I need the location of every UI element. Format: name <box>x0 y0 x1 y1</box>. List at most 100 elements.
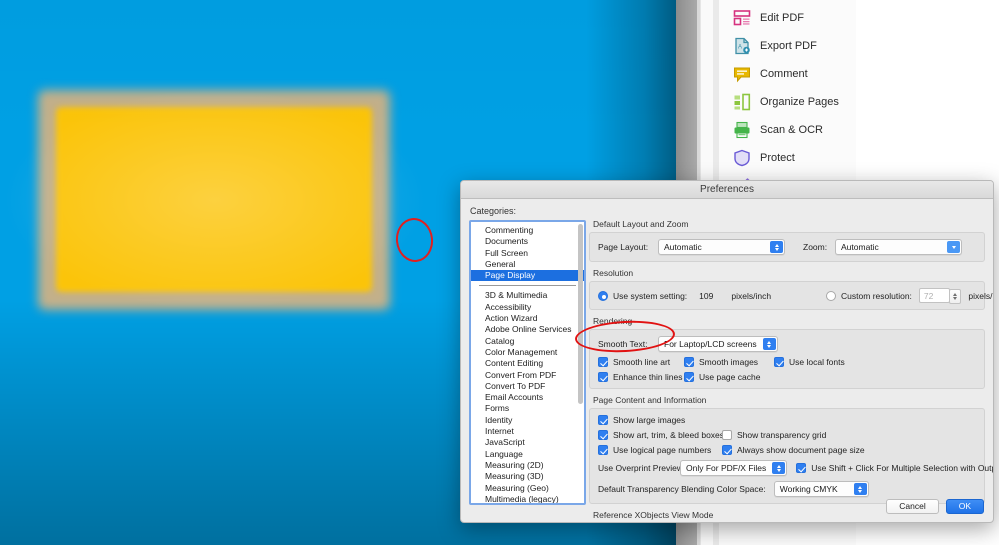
checkbox-use-local-fonts[interactable]: Use local fonts <box>774 357 845 367</box>
categories-list[interactable]: Commenting Documents Full Screen General… <box>469 220 586 505</box>
checkbox-use-logical-page-numbers[interactable]: Use logical page numbers <box>598 445 712 455</box>
checkbox-box[interactable] <box>722 430 732 440</box>
row-overprint-preview: Use Overprint Preview: Only For PDF/X Fi… <box>598 460 993 476</box>
tool-label: Scan & OCR <box>760 124 823 136</box>
checkbox-box[interactable] <box>684 372 694 382</box>
cancel-button[interactable]: Cancel <box>886 499 939 514</box>
overprint-preview-select[interactable]: Only For PDF/X Files <box>680 460 788 476</box>
radio-use-system-setting[interactable] <box>598 290 608 301</box>
tool-label: Protect <box>760 152 795 164</box>
chevron-down-icon <box>947 241 960 253</box>
checkbox-label: Use logical page numbers <box>613 445 712 455</box>
custom-resolution-units: pixels/inch <box>968 290 994 301</box>
category-item-multimedia-legacy[interactable]: Multimedia (legacy) <box>471 494 584 503</box>
checkbox-label: Always show document page size <box>737 445 865 455</box>
row-page-layout: Page Layout: Automatic Zoom: Automatic <box>598 239 976 255</box>
checkbox-box[interactable] <box>684 357 694 367</box>
category-item-measuring-2d[interactable]: Measuring (2D) <box>471 460 584 471</box>
checkbox-show-transparency-grid[interactable]: Show transparency grid <box>722 430 826 440</box>
radio-custom-resolution[interactable] <box>826 290 837 301</box>
zoom-select[interactable]: Automatic <box>835 239 962 255</box>
dialog-body: Categories: Commenting Documents Full Sc… <box>461 199 993 522</box>
category-item-catalog[interactable]: Catalog <box>471 336 584 347</box>
checkbox-show-large-images[interactable]: Show large images <box>598 415 685 425</box>
row-smooth-text: Smooth Text: For Laptop/LCD screens <box>598 336 976 352</box>
tool-item-comment[interactable]: Comment <box>719 60 856 88</box>
category-item-language[interactable]: Language <box>471 449 584 460</box>
custom-resolution-input[interactable]: 72 <box>918 288 962 304</box>
category-item-color-management[interactable]: Color Management <box>471 347 584 358</box>
checkbox-box[interactable] <box>722 445 732 455</box>
categories-label: Categories: <box>470 206 517 216</box>
tool-item-export-pdf[interactable]: A Export PDF <box>719 32 856 60</box>
smooth-text-select[interactable]: For Laptop/LCD screens <box>658 336 778 352</box>
scan-ocr-icon <box>734 121 750 139</box>
category-item-measuring-3d[interactable]: Measuring (3D) <box>471 471 584 482</box>
page-layout-label: Page Layout: <box>598 242 649 252</box>
category-item-documents[interactable]: Documents <box>471 236 584 247</box>
category-item-javascript[interactable]: JavaScript <box>471 437 584 448</box>
zoom-label: Zoom: <box>803 242 828 252</box>
checkbox-smooth-line-art[interactable]: Smooth line art <box>598 357 672 367</box>
category-item-content-editing[interactable]: Content Editing <box>471 358 584 369</box>
edit-pdf-icon <box>733 10 751 26</box>
category-item-internet[interactable]: Internet <box>471 426 584 437</box>
system-dpi-value: 109 <box>699 290 714 301</box>
category-item-identity[interactable]: Identity <box>471 415 584 426</box>
category-item-full-screen[interactable]: Full Screen <box>471 248 584 259</box>
categories-scrollbar-thumb[interactable] <box>578 224 583 404</box>
category-item-3d-multimedia[interactable]: 3D & Multimedia <box>471 290 584 301</box>
stepper-arrows-icon[interactable] <box>949 289 962 304</box>
row-resolution: Use system setting: 109 pixels/inch Cust… <box>598 288 993 304</box>
category-item-email-accounts[interactable]: Email Accounts <box>471 392 584 403</box>
checkbox-enhance-thin-lines[interactable]: Enhance thin lines <box>598 372 682 382</box>
category-item-general[interactable]: General <box>471 259 584 270</box>
checkbox-box[interactable] <box>598 430 608 440</box>
category-item-convert-from-pdf[interactable]: Convert From PDF <box>471 370 584 381</box>
tool-item-scan-ocr[interactable]: Scan & OCR <box>719 116 856 144</box>
checkbox-show-art-trim-bleed-boxes[interactable]: Show art, trim, & bleed boxes <box>598 430 724 440</box>
checkbox-box[interactable] <box>598 445 608 455</box>
tool-label: Export PDF <box>760 40 817 52</box>
category-item-commenting[interactable]: Commenting <box>471 225 584 236</box>
ok-button[interactable]: OK <box>945 499 984 514</box>
checkbox-label: Show art, trim, & bleed boxes <box>613 430 725 440</box>
checkbox-smooth-images[interactable]: Smooth images <box>684 357 762 367</box>
comment-icon <box>734 67 750 83</box>
category-item-forms[interactable]: Forms <box>471 403 584 414</box>
blending-color-space-value: Working CMYK <box>779 484 838 494</box>
use-system-setting-label: Use system setting: <box>613 290 688 301</box>
page-layout-select[interactable]: Automatic <box>658 239 785 255</box>
dialog-footer: Cancel OK <box>886 499 984 514</box>
screen: Edit PDF A Export PDF Comment Organize P… <box>0 0 999 545</box>
category-item-convert-to-pdf[interactable]: Convert To PDF <box>471 381 584 392</box>
tool-item-protect[interactable]: Protect <box>719 144 856 172</box>
category-item-accessibility[interactable]: Accessibility <box>471 302 584 313</box>
category-item-adobe-online-services[interactable]: Adobe Online Services <box>471 324 584 335</box>
group-rendering: Smooth Text: For Laptop/LCD screens Smoo… <box>589 329 985 389</box>
checkbox-label: Use page cache <box>699 372 761 382</box>
dialog-titlebar[interactable]: Preferences <box>461 181 993 199</box>
category-item-measuring-geo[interactable]: Measuring (Geo) <box>471 483 584 494</box>
checkbox-label: Smooth line art <box>613 357 671 367</box>
smooth-text-label: Smooth Text: <box>598 339 648 349</box>
checkbox-box[interactable] <box>598 372 608 382</box>
checkbox-box[interactable] <box>598 357 608 367</box>
checkbox-box[interactable] <box>598 415 608 425</box>
checkbox-always-show-document-page-size[interactable]: Always show document page size <box>722 445 865 455</box>
tool-item-edit-pdf[interactable]: Edit PDF <box>719 4 856 32</box>
category-item-page-display[interactable]: Page Display <box>471 270 584 282</box>
dialog-title: Preferences <box>700 184 754 195</box>
category-item-action-wizard[interactable]: Action Wizard <box>471 313 584 324</box>
row-page-numbers-and-size: Use logical page numbers Always show doc… <box>598 445 976 455</box>
overprint-preview-value: Only For PDF/X Files <box>686 463 767 473</box>
group-title-resolution: Resolution <box>593 268 634 278</box>
tool-item-organize-pages[interactable]: Organize Pages <box>719 88 856 116</box>
blending-color-space-select[interactable]: Working CMYK <box>773 481 869 497</box>
checkbox-shift-click-multiple-selection[interactable]: Use Shift + Click For Multiple Selection… <box>796 463 993 473</box>
checkbox-label: Show transparency grid <box>737 430 827 440</box>
checkbox-box[interactable] <box>796 463 807 473</box>
checkbox-use-page-cache[interactable]: Use page cache <box>684 372 760 382</box>
checkbox-box[interactable] <box>774 357 784 367</box>
page-layout-value: Automatic <box>664 242 702 252</box>
